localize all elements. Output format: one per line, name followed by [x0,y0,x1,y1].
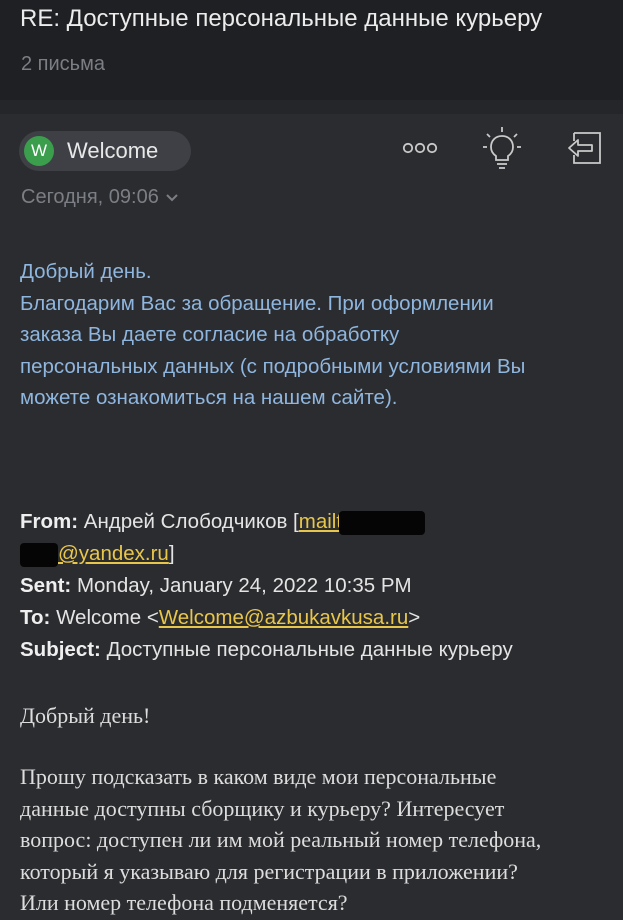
message-header: RE: Доступные персональные данные курьер… [0,0,623,100]
reply-icon[interactable] [563,126,607,170]
from-row-cont: @yandex.ru] [20,538,610,570]
from-name: Андрей Слободчиков [ [83,510,299,533]
to-label: To: [20,606,51,629]
subject-value: Доступные персональные данные курьеру [106,638,513,661]
sender-name: Welcome [67,138,159,163]
header-divider [0,100,623,114]
to-row: To: Welcome <Welcome@azbukavkusa.ru> [20,602,610,634]
redaction-bar [339,510,426,535]
from-label: From: [20,510,79,533]
sent-value: Monday, January 24, 2022 10:35 PM [76,574,412,597]
quoted-line: Прошу подсказать в каком виде мои персон… [20,764,497,789]
from-mail-domain[interactable]: @yandex.ru [58,542,169,565]
from-row: From: Андрей Слободчиков [mailto [20,506,610,538]
from-close: ] [168,542,175,565]
to-close: > [408,606,421,629]
date-text: Сегодня, 09:06 [21,186,159,208]
message-count[interactable]: 2 письма [21,53,105,76]
quoted-line: вопрос: доступен ли им мой реальный номе… [20,827,542,852]
quoted-body: Прошу подсказать в каком виде мои персон… [20,761,610,919]
to-name: Welcome < [56,606,159,629]
quoted-line: который я указываю для регистрации в при… [20,858,518,884]
thread-subject: RE: Доступные персональные данные курьер… [20,5,543,32]
more-icon[interactable] [398,126,442,170]
to-email-link[interactable]: Welcome@azbukavkusa.ru [159,606,408,629]
subject-label: Subject: [20,638,101,661]
lightbulb-icon[interactable] [480,126,524,170]
chevron-down-icon [166,193,178,201]
reply-line: персональных данных (с подробными услови… [20,354,526,378]
sent-label: Sent: [20,574,72,597]
quoted-line: Или номер телефона подменяется? [20,890,348,915]
message-date[interactable]: Сегодня, 09:06 [21,186,179,209]
reply-line: заказа Вы даете согласие на обработку [20,323,400,346]
reply-line: можете ознакомиться на нашем сайте). [20,386,398,409]
sent-row: Sent: Monday, January 24, 2022 10:35 PM [20,570,610,602]
subject-row: Subject: Доступные персональные данные к… [20,634,610,666]
quoted-greeting: Добрый день! [20,703,151,728]
reply-body: Добрый день. Благодарим Вас за обращение… [20,256,610,414]
reply-line: Добрый день. [20,260,152,283]
sender-chip[interactable]: W Welcome [19,131,191,171]
quoted-line: данные доступны сборщику и курьеру? Инте… [20,795,505,821]
redaction-bar [20,542,58,567]
quoted-header: From: Андрей Слободчиков [mailto @yandex… [20,506,610,666]
reply-line: Благодарим Вас за обращение. При оформле… [20,291,494,315]
avatar: W [24,136,54,166]
